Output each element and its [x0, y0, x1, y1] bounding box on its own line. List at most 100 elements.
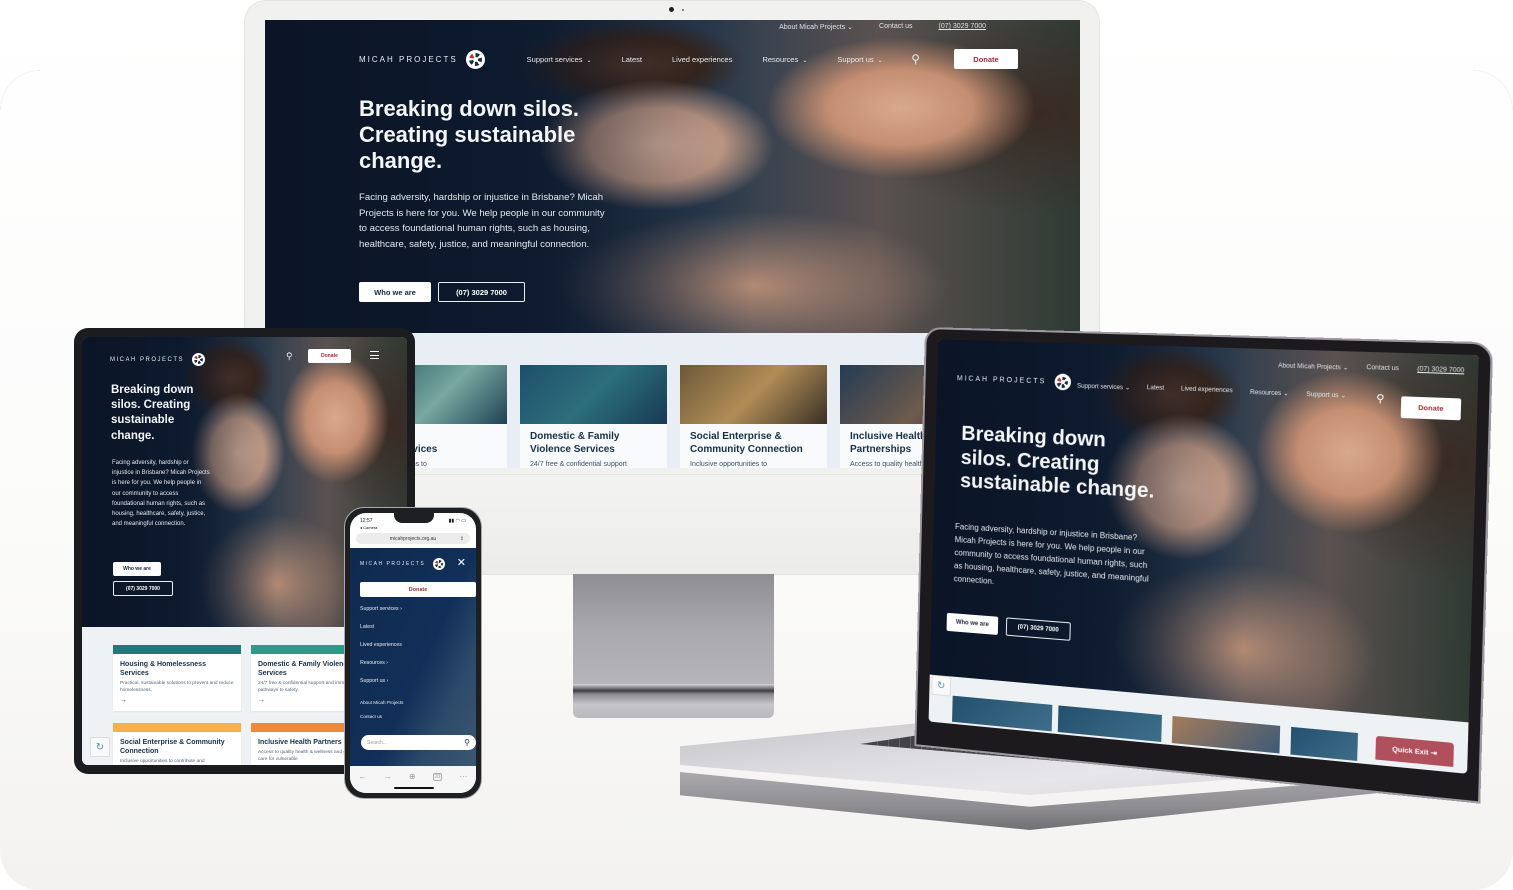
- search-icon[interactable]: ⚲: [911, 52, 920, 66]
- nav-item-support-services[interactable]: Support services ⌄: [527, 55, 592, 64]
- address-bar[interactable]: micahprojects.org.au ⇪: [356, 533, 470, 544]
- desktop-hero: About Micah Projects ⌄ Contact us (07) 3…: [265, 20, 1080, 333]
- card-image: [520, 365, 667, 424]
- home-indicator: [394, 787, 434, 789]
- chevron-down-icon: ⌄: [586, 57, 592, 64]
- card-description: 24/7 free & confidential support: [530, 461, 627, 468]
- who-we-are-button[interactable]: Who we are: [359, 282, 431, 302]
- chevron-down-icon: ⌄: [847, 24, 854, 31]
- service-card[interactable]: Domestic & Family Violence Services 24/7…: [520, 365, 667, 468]
- menu-item-lived-experiences[interactable]: Lived experiences: [360, 642, 402, 648]
- chevron-right-icon: ›: [386, 660, 388, 666]
- signal-wifi-battery-icon: ▮▮ ◠ ▭: [448, 518, 466, 524]
- phone-link[interactable]: (07) 3029 7000: [1417, 366, 1464, 375]
- phone-button[interactable]: (07) 3029 7000: [438, 282, 525, 302]
- device-mockup-stage: About Micah Projects ⌄ Contact us (07) 3…: [0, 0, 1513, 890]
- mobile-menu: MICAH PROJECTS ✕ Donate Support services…: [350, 548, 476, 773]
- hero-title: Breaking down silos. Creating sustainabl…: [959, 422, 1155, 504]
- donate-button[interactable]: Donate: [954, 49, 1018, 69]
- chevron-down-icon: ⌄: [1124, 385, 1131, 392]
- contact-link[interactable]: Contact us: [1366, 365, 1399, 374]
- card-description: Practical, sustainable solutions to prev…: [120, 681, 234, 694]
- phone-link[interactable]: (07) 3029 7000: [939, 23, 986, 31]
- nav-item-latest[interactable]: Latest: [1147, 385, 1164, 393]
- service-card[interactable]: Social Enterprise & Community Connection…: [680, 365, 827, 468]
- tabs-icon[interactable]: 20: [432, 772, 443, 781]
- phone-button[interactable]: (07) 3029 7000: [113, 581, 173, 596]
- micah-wheel-logo-icon: [465, 49, 485, 69]
- search-icon[interactable]: ⚲: [286, 351, 293, 362]
- hero-body: Facing adversity, hardship or injustice …: [359, 192, 605, 250]
- frame-corner: [1473, 70, 1513, 110]
- menu-item-latest[interactable]: Latest: [360, 624, 374, 630]
- forward-arrow-icon[interactable]: →: [384, 772, 392, 781]
- nav-links: Support services ⌄ Latest Lived experienc…: [527, 55, 883, 64]
- chevron-down-icon: ⌄: [1340, 393, 1347, 400]
- card-description: Inclusive opportunities to: [690, 461, 768, 468]
- card-accent-bar: [113, 723, 241, 732]
- donate-button[interactable]: Donate: [308, 349, 351, 363]
- laptop-camera-notch: [1183, 336, 1234, 348]
- nav-item-latest[interactable]: Latest: [622, 55, 642, 64]
- site-logo[interactable]: MICAH PROJECTS: [360, 558, 446, 570]
- card-image: [1057, 705, 1162, 743]
- contact-link[interactable]: Contact us: [879, 23, 912, 31]
- back-arrow-icon[interactable]: ←: [359, 772, 367, 781]
- phone-screen: 12:57 ▮▮ ◠ ▭ ◂ Camera micahprojects.org.…: [350, 513, 476, 793]
- search-input[interactable]: Search... ⚲: [361, 735, 476, 750]
- micah-wheel-logo-icon: [433, 558, 446, 570]
- chevron-right-icon: ›: [400, 606, 402, 612]
- nav-item-support-us[interactable]: Support us ⌄: [837, 55, 882, 64]
- recaptcha-badge-icon[interactable]: ↻: [90, 737, 110, 757]
- share-icon[interactable]: ⇪: [460, 536, 464, 542]
- nav-item-support-us[interactable]: Support us ⌄: [1306, 391, 1346, 400]
- laptop-screen: About Micah Projects ⌄ Contact us (07) 3…: [928, 339, 1479, 774]
- arrow-right-icon[interactable]: →: [120, 697, 234, 704]
- url-text: micahprojects.org.au: [389, 535, 437, 542]
- menu-item-contact[interactable]: Contact us: [360, 714, 382, 719]
- hero-body: Facing adversity, hardship or injustice …: [112, 460, 210, 528]
- search-placeholder: Search...: [367, 739, 388, 746]
- menu-item-about[interactable]: About Micah Projects: [360, 700, 403, 705]
- utility-bar: About Micah Projects ⌄ Contact us (07) 3…: [779, 23, 986, 31]
- menu-item-support-services[interactable]: Support services ›: [360, 606, 402, 612]
- hero-title: Breaking down silos. Creating sustainabl…: [359, 96, 580, 173]
- search-icon[interactable]: ⚲: [1376, 393, 1385, 405]
- card-title: Social Enterprise & Community Connection: [690, 431, 803, 455]
- micah-wheel-logo-icon: [192, 353, 206, 366]
- close-icon[interactable]: ✕: [457, 556, 466, 569]
- about-link[interactable]: About Micah Projects ⌄: [779, 23, 853, 31]
- chevron-down-icon: ⌄: [802, 57, 808, 64]
- more-options-icon[interactable]: ···: [459, 772, 467, 781]
- chevron-down-icon: ⌄: [1342, 365, 1349, 372]
- who-we-are-button[interactable]: Who we are: [113, 562, 161, 576]
- nav-item-lived-experiences[interactable]: Lived experiences: [672, 55, 732, 64]
- chevron-right-icon: ›: [386, 678, 389, 684]
- donate-button[interactable]: Donate: [360, 582, 476, 597]
- site-logo[interactable]: MICAH PROJECTS: [110, 353, 206, 366]
- laptop: About Micah Projects ⌄ Contact us (07) 3…: [914, 327, 1494, 804]
- card-title: Housing & Homelessness Services: [120, 661, 206, 678]
- menu-item-resources[interactable]: Resources ›: [360, 660, 388, 666]
- donate-button[interactable]: Donate: [1400, 396, 1462, 421]
- back-to-camera[interactable]: ◂ Camera: [360, 525, 377, 530]
- card-accent-bar: [113, 645, 241, 654]
- card-image: [952, 695, 1053, 732]
- service-card-housing[interactable]: Housing & Homelessness Services Practica…: [113, 645, 241, 711]
- hamburger-menu-icon[interactable]: [370, 351, 379, 359]
- card-description: Inclusive opportunities to contribute an…: [120, 759, 205, 765]
- menu-item-support-us[interactable]: Support us ›: [360, 678, 388, 684]
- new-tab-plus-icon[interactable]: ⊕: [409, 772, 416, 781]
- search-icon[interactable]: ⚲: [464, 738, 470, 747]
- chevron-down-icon: ⌄: [1283, 390, 1289, 398]
- phone: 12:57 ▮▮ ◠ ▭ ◂ Camera micahprojects.org.…: [344, 507, 482, 799]
- laptop-hero: About Micah Projects ⌄ Contact us (07) 3…: [929, 339, 1479, 723]
- nav-item-resources[interactable]: Resources ⌄: [762, 55, 807, 64]
- service-card-social-enterprise[interactable]: Social Enterprise & Community Connection…: [113, 723, 241, 765]
- nav-item-resources[interactable]: Resources ⌄: [1250, 389, 1289, 398]
- micah-wheel-logo-icon: [1054, 373, 1072, 391]
- card-image: [680, 365, 827, 424]
- exit-arrow-icon: ⇥: [1430, 749, 1437, 758]
- site-logo[interactable]: MICAH PROJECTS: [359, 49, 485, 69]
- status-time: 12:57: [360, 518, 373, 524]
